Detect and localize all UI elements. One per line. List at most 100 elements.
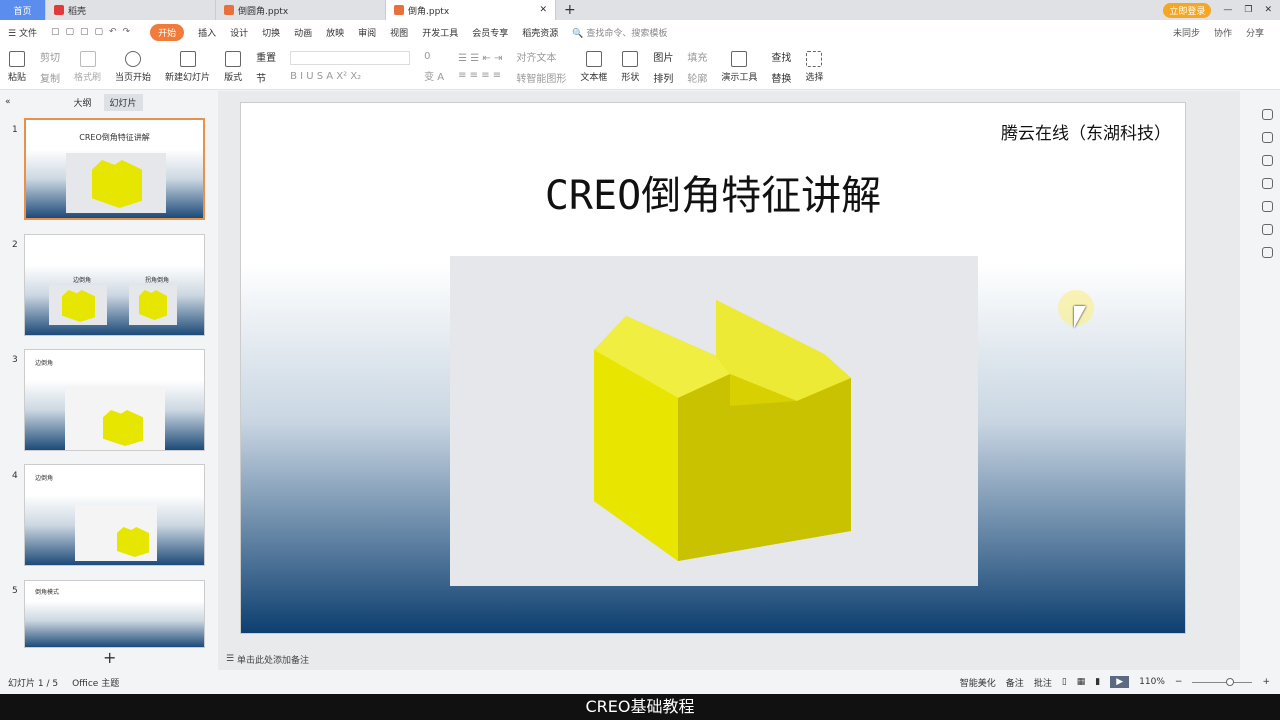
login-button[interactable]: 立即登录 bbox=[1163, 2, 1212, 18]
smart-art-button[interactable]: 转智能图形 bbox=[516, 70, 566, 85]
slide-thumb-2[interactable]: 边倒角 拐角倒角 bbox=[24, 234, 205, 336]
new-slide-button[interactable]: 新建幻灯片 bbox=[165, 50, 210, 83]
share-button[interactable]: 分享 bbox=[1246, 26, 1264, 39]
reading-view-icon[interactable]: ▮ bbox=[1095, 677, 1100, 687]
notes-button[interactable]: 备注 bbox=[1006, 676, 1024, 689]
collab-button[interactable]: 协作 bbox=[1214, 26, 1232, 39]
copy-button[interactable]: 复制 bbox=[40, 70, 60, 85]
font-name-select[interactable] bbox=[290, 51, 411, 65]
menu-view[interactable]: 视图 bbox=[390, 26, 408, 39]
tab-home[interactable]: 首页 bbox=[0, 0, 46, 20]
slideshow-play-button[interactable]: ▶ bbox=[1110, 676, 1130, 688]
thumb-label: 拐角倒角 bbox=[145, 277, 170, 284]
font-style-buttons[interactable]: B I U S A X² X₂ bbox=[290, 71, 410, 82]
shape-button[interactable]: 形状 bbox=[621, 50, 640, 83]
animation-icon[interactable] bbox=[1261, 132, 1273, 143]
tab-slides[interactable]: 幻灯片 bbox=[103, 93, 143, 111]
zoom-level[interactable]: 110% bbox=[1139, 677, 1165, 687]
slide-number: 1 bbox=[12, 125, 18, 135]
list-buttons[interactable]: ☰ ☰ ⇤ ⇥ bbox=[458, 53, 502, 64]
play-from-current-button[interactable]: 当页开始 bbox=[115, 50, 152, 83]
slide-thumb-1[interactable]: CREO倒角特征讲解 bbox=[24, 118, 205, 220]
select-button[interactable]: 选择 bbox=[805, 50, 823, 83]
slide-count: 幻灯片 1 / 5 bbox=[8, 678, 59, 689]
slide-thumb-4[interactable]: 边倒角 bbox=[24, 464, 205, 566]
menu-animation[interactable]: 动画 bbox=[294, 26, 312, 39]
help-icon[interactable] bbox=[1261, 201, 1273, 212]
command-search[interactable]: 🔍 查找命令、搜索模板 bbox=[572, 26, 667, 39]
beautify-button[interactable]: 智能美化 bbox=[960, 676, 996, 689]
tab-file-1[interactable]: 倒圆角.pptx bbox=[216, 0, 386, 20]
replace-button[interactable]: 替换 bbox=[771, 70, 791, 85]
text-effects[interactable]: 变 A bbox=[424, 68, 444, 83]
zoom-in-button[interactable]: + bbox=[1262, 677, 1270, 687]
menu-docer[interactable]: 稻壳资源 bbox=[522, 26, 558, 39]
video-caption: CREO基础教程 bbox=[0, 694, 1280, 720]
location-icon[interactable] bbox=[1261, 247, 1273, 258]
menu-member[interactable]: 会员专享 bbox=[472, 26, 508, 39]
label: 版式 bbox=[224, 72, 243, 83]
slide-thumb-3[interactable]: 边倒角 bbox=[24, 349, 205, 451]
align-buttons[interactable]: ≡ ≡ ≡ ≡ bbox=[458, 70, 502, 81]
sync-button[interactable]: 未同步 bbox=[1173, 26, 1200, 39]
menu-transition[interactable]: 切换 bbox=[262, 26, 280, 39]
textbox-button[interactable]: 文本框 bbox=[580, 50, 607, 83]
slide-title: CREO倒角特征讲解 bbox=[544, 173, 882, 219]
mouse-cursor-icon bbox=[1074, 306, 1086, 328]
minimize-icon[interactable]: — bbox=[1223, 5, 1232, 15]
textbox-icon bbox=[585, 50, 602, 67]
zoom-slider[interactable] bbox=[1192, 677, 1253, 686]
close-window-icon[interactable]: ✕ bbox=[1264, 5, 1272, 15]
format-painter-button[interactable]: 格式刷 bbox=[74, 50, 101, 83]
menu-review[interactable]: 审阅 bbox=[358, 26, 376, 39]
label: 当页开始 bbox=[115, 72, 152, 83]
current-slide[interactable]: 腾云在线（东湖科技） CREO倒角特征讲解 bbox=[240, 102, 1186, 634]
new-tab-button[interactable]: + bbox=[556, 2, 584, 18]
cut-button[interactable]: 剪切 bbox=[40, 49, 60, 64]
menu-start[interactable]: 开始 bbox=[150, 23, 185, 41]
fill-button[interactable]: 填充 bbox=[687, 49, 707, 64]
paste-button[interactable]: 粘贴 bbox=[8, 50, 27, 83]
align-text-button[interactable]: 对齐文本 bbox=[516, 49, 566, 64]
layout-button[interactable]: 版式 bbox=[224, 50, 243, 83]
transition-icon[interactable] bbox=[1261, 155, 1273, 166]
section-button[interactable]: 节 bbox=[256, 70, 276, 85]
label: 粘贴 bbox=[8, 72, 27, 83]
restore-icon[interactable]: ❐ bbox=[1244, 5, 1252, 15]
add-slide-button[interactable]: + bbox=[103, 648, 116, 667]
backup-icon[interactable] bbox=[1261, 224, 1273, 235]
outline-button[interactable]: 轮廓 bbox=[687, 70, 707, 85]
comment-button[interactable]: 批注 bbox=[1034, 676, 1052, 689]
select-icon bbox=[806, 50, 823, 67]
tab-docer[interactable]: 稻壳 bbox=[46, 0, 216, 20]
label: 形状 bbox=[621, 72, 640, 83]
sorter-view-icon[interactable]: ▦ bbox=[1077, 677, 1086, 687]
tab-file-2[interactable]: 倒角.pptx ✕ bbox=[386, 0, 556, 20]
slide-thumb-5[interactable]: 倒角模式 bbox=[24, 580, 205, 648]
font-size-select[interactable]: 0 bbox=[424, 51, 444, 62]
collapse-icon[interactable]: « bbox=[5, 97, 11, 107]
menu-design[interactable]: 设计 bbox=[230, 26, 248, 39]
close-icon[interactable]: ✕ bbox=[539, 5, 547, 15]
model-image bbox=[450, 256, 978, 586]
thumb-title: 倒角模式 bbox=[35, 589, 60, 596]
reset-button[interactable]: 重置 bbox=[256, 49, 276, 64]
menu-insert[interactable]: 插入 bbox=[198, 26, 216, 39]
shape-icon[interactable] bbox=[1261, 178, 1273, 189]
find-button[interactable]: 查找 bbox=[771, 49, 791, 64]
file-menu[interactable]: ☰ 文件 bbox=[8, 26, 37, 39]
zoom-out-button[interactable]: − bbox=[1175, 677, 1183, 687]
ribbon: 粘贴 剪切复制 格式刷 当页开始 新建幻灯片 版式 重置节 B I U S A … bbox=[0, 44, 1280, 90]
normal-view-icon[interactable]: ▯ bbox=[1062, 677, 1067, 687]
picture-button[interactable]: 图片 bbox=[653, 49, 673, 64]
quick-access-icons[interactable]: ▢▢▢▢↶↷ bbox=[51, 27, 136, 37]
arrange-button[interactable]: 排列 bbox=[653, 70, 673, 85]
tab-outline[interactable]: 大纲 bbox=[73, 96, 91, 109]
present-tools-button[interactable]: 演示工具 bbox=[721, 50, 757, 83]
property-icon[interactable] bbox=[1261, 109, 1273, 120]
menu-developer[interactable]: 开发工具 bbox=[422, 26, 458, 39]
tab-label: 倒圆角.pptx bbox=[238, 6, 289, 17]
menu-slideshow[interactable]: 放映 bbox=[326, 26, 344, 39]
notes-area[interactable]: ☰ 单击此处添加备注 bbox=[218, 648, 1240, 670]
thumb-label: 边倒角 bbox=[73, 277, 92, 284]
